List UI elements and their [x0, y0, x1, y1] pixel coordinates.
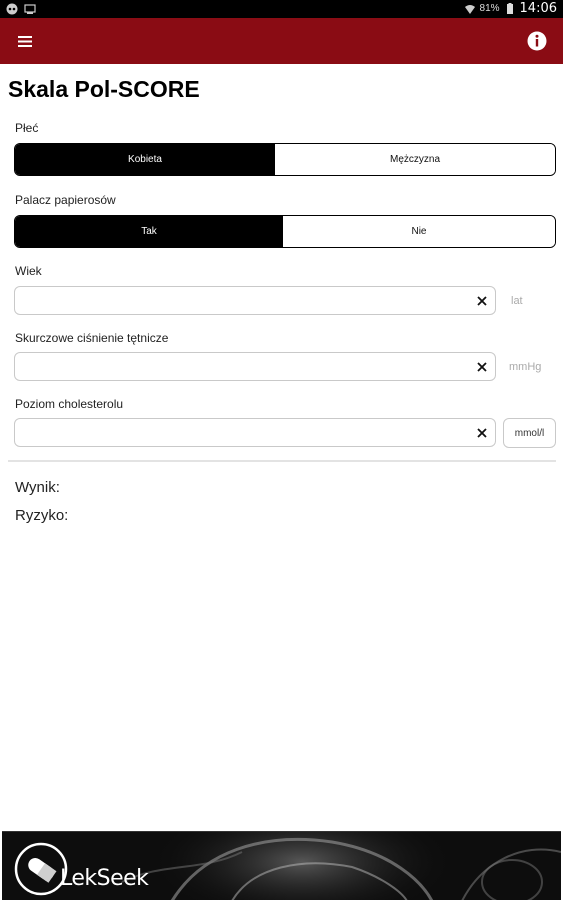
- status-right: 81% 14:06: [464, 1, 557, 16]
- pressure-field: [14, 352, 496, 381]
- sex-label: Płeć: [15, 121, 39, 135]
- cholesterol-field: [14, 418, 496, 447]
- divider: [8, 460, 556, 462]
- footer-banner[interactable]: LekSeek: [2, 831, 561, 900]
- age-unit: lat: [511, 295, 523, 307]
- pressure-input[interactable]: [15, 353, 455, 380]
- app-bar: [0, 18, 563, 64]
- media-icon: [6, 3, 18, 15]
- brand-name: LekSeek: [60, 866, 149, 891]
- sex-segmented-control: Kobieta Mężczyzna: [14, 143, 556, 176]
- smoker-option-no[interactable]: Nie: [283, 216, 555, 247]
- hamburger-icon[interactable]: [16, 32, 36, 50]
- age-input[interactable]: [15, 287, 455, 314]
- risk-label: Ryzyko:: [15, 507, 69, 524]
- cholesterol-unit-button[interactable]: mmol/l: [503, 418, 556, 448]
- smoker-label: Palacz papierosów: [15, 193, 116, 207]
- pressure-label: Skurczowe ciśnienie tętnicze: [15, 331, 169, 345]
- status-left: [6, 3, 36, 15]
- age-label: Wiek: [15, 264, 42, 278]
- sex-option-male[interactable]: Mężczyzna: [275, 144, 555, 175]
- cholesterol-input[interactable]: [15, 419, 455, 446]
- cast-icon: [24, 4, 36, 14]
- page-title: Skala Pol-SCORE: [8, 76, 200, 102]
- smoker-option-yes[interactable]: Tak: [15, 216, 283, 247]
- age-clear-icon[interactable]: [475, 294, 489, 308]
- cholesterol-clear-icon[interactable]: [475, 426, 489, 440]
- info-icon[interactable]: [526, 30, 548, 52]
- pressure-clear-icon[interactable]: [475, 360, 489, 374]
- score-label: Wynik:: [15, 479, 60, 496]
- cholesterol-label: Poziom cholesterolu: [15, 397, 124, 411]
- status-bar: 81% 14:06: [0, 0, 563, 18]
- battery-percent: 81%: [479, 3, 500, 14]
- status-clock: 14:06: [519, 1, 557, 16]
- wifi-icon: [464, 4, 475, 14]
- smoker-segmented-control: Tak Nie: [14, 215, 556, 248]
- sex-option-female[interactable]: Kobieta: [15, 144, 275, 175]
- battery-icon: [506, 2, 513, 14]
- age-field: [14, 286, 496, 315]
- pressure-unit: mmHg: [509, 361, 542, 373]
